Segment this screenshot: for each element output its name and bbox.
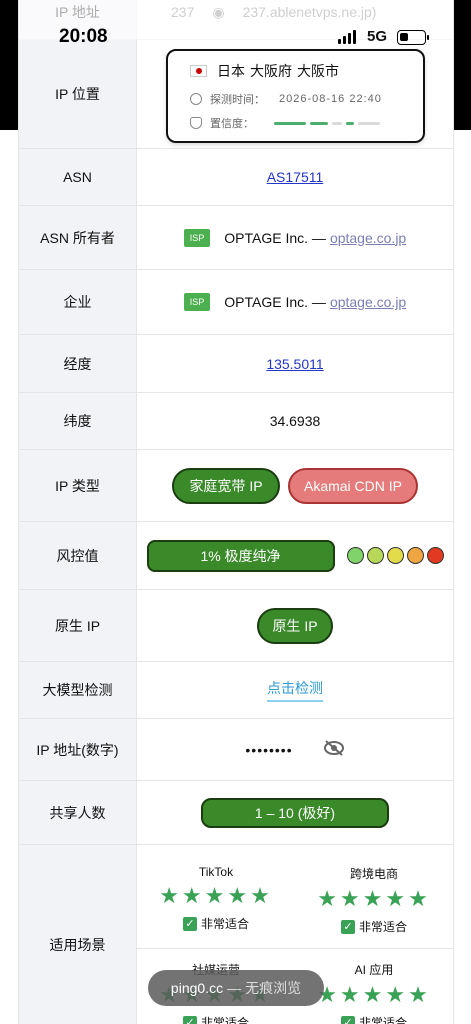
isp-badge: ISP: [183, 228, 211, 247]
cdn-ip-tag: Akamai CDN IP: [288, 467, 418, 504]
residential-ip-tag: 家庭宽带 IP: [172, 467, 280, 504]
row-label: 适用场景: [19, 845, 137, 1024]
risk-dot-1: [346, 547, 364, 564]
scenario-item: 跨境电商 ★★★★★ ✓ 非常适合: [295, 845, 453, 948]
table-row-latitude: 纬度 34.6938: [19, 393, 453, 450]
detect-time-value: 2026-08-16 22:40: [279, 93, 382, 105]
city: 大阪市: [297, 63, 339, 79]
ip-location-popup: 日本 大阪府 大阪市 探测时间： 2026-08-16 22:40 置信度：: [166, 49, 425, 143]
eye-icon[interactable]: ◉: [212, 4, 224, 21]
detect-time-label: 探测时间：: [210, 94, 265, 106]
clock-icon: [190, 93, 202, 105]
masked-ip-value: ••••••••: [245, 741, 293, 758]
row-label: 风控值: [19, 522, 137, 589]
table-row-llm-detect: 大模型检测 点击检测: [19, 662, 453, 719]
table-row-asn-owner: ASN 所有者 ISP OPTAGE Inc. — optage.co.jp: [19, 206, 453, 270]
check-icon: ✓: [182, 916, 197, 931]
table-row-native-ip: 原生 IP 原生 IP: [19, 590, 453, 662]
check-icon: ✓: [182, 1015, 197, 1024]
row-label: 大模型检测: [19, 662, 137, 718]
row-label: 原生 IP: [19, 590, 137, 661]
row-label: 共享人数: [19, 781, 137, 844]
isp-badge: ISP: [183, 293, 211, 311]
shared-users-tag: 1 – 10 (极好): [201, 797, 389, 828]
risk-dot-3: [386, 547, 404, 564]
scenario-title: 跨境电商: [349, 867, 398, 881]
asn-owner-name: OPTAGE Inc. —: [224, 229, 326, 246]
eye-slash-icon[interactable]: [323, 739, 345, 760]
scenario-fit: 非常适合: [200, 917, 249, 931]
risk-dot-2: [366, 547, 384, 564]
row-label: IP 类型: [19, 450, 137, 521]
check-icon: ✓: [340, 919, 355, 934]
signal-icon: [338, 30, 356, 44]
row-label: ASN: [19, 149, 137, 205]
confidence-label: 置信度：: [210, 118, 254, 130]
rating-stars: ★★★★★: [159, 883, 273, 908]
scenario-item: TikTok ★★★★★ ✓ 非常适合: [137, 845, 295, 948]
check-icon: ✓: [340, 1015, 355, 1024]
left-dark-edge: [0, 0, 18, 130]
risk-scale-dots: [346, 547, 444, 564]
table-row-risk-score: 风控值 1% 极度纯净: [19, 522, 453, 590]
row-label: 企业: [19, 270, 137, 334]
risk-dot-4: [406, 547, 424, 564]
prefecture: 大阪府: [250, 63, 292, 79]
row-label: ASN 所有者: [19, 206, 137, 269]
company-domain-link[interactable]: optage.co.jp: [330, 294, 406, 310]
hostname-value: 237.ablenetvps.ne.jp): [242, 4, 377, 20]
rating-stars: ★★★★★: [317, 982, 431, 1007]
table-row-ip-numeric: IP 地址(数字) ••••••••: [19, 719, 453, 781]
toast-site: ping0.cc: [170, 980, 224, 996]
ip-partial-value: 237: [171, 4, 195, 20]
asn-owner-domain-link[interactable]: optage.co.jp: [330, 230, 406, 246]
scenario-title: AI 应用: [354, 963, 394, 977]
latitude-value: 34.6938: [137, 393, 453, 449]
asn-link[interactable]: AS17511: [267, 169, 324, 185]
risk-dot-5: [426, 547, 444, 564]
confidence-bars: [274, 121, 380, 125]
longitude-link[interactable]: 135.5011: [266, 356, 323, 372]
toast-separator: —: [227, 980, 242, 996]
table-row-longitude: 经度 135.5011: [19, 335, 453, 393]
row-label: IP 位置: [19, 40, 137, 148]
row-label: 经度: [19, 335, 137, 392]
scenario-fit: 非常适合: [358, 920, 407, 934]
table-row-company: 企业 ISP OPTAGE Inc. — optage.co.jp: [19, 270, 453, 335]
ip-info-table: IP 地址 237 ◉ 237.ablenetvps.ne.jp) IP 位置 …: [18, 0, 454, 1024]
japan-flag-icon: [190, 65, 207, 77]
shield-icon: [190, 117, 202, 129]
right-dark-edge: [453, 0, 471, 130]
incognito-toast: ping0.cc — 无痕浏览: [148, 970, 324, 1006]
table-row-ip-type: IP 类型 家庭宽带 IP Akamai CDN IP: [19, 450, 453, 522]
native-ip-tag: 原生 IP: [257, 607, 333, 644]
clock: 20:08: [59, 26, 108, 47]
toast-mode: 无痕浏览: [245, 980, 302, 996]
row-label: IP 地址(数字): [19, 719, 137, 780]
scenario-title: TikTok: [198, 865, 234, 879]
battery-icon: [397, 30, 429, 45]
scenario-fit: 非常适合: [200, 1016, 249, 1024]
table-row-shared-users: 共享人数 1 – 10 (极好): [19, 781, 453, 845]
risk-score-bar: 1% 极度纯净: [146, 539, 335, 572]
rating-stars: ★★★★★: [317, 886, 431, 911]
click-detect-button[interactable]: 点击检测: [267, 678, 323, 702]
network-type: 5G: [367, 28, 388, 45]
table-row-asn: ASN AS17511: [19, 149, 453, 206]
company-name: OPTAGE Inc. —: [224, 294, 326, 310]
country: 日本: [217, 63, 245, 79]
row-label: 纬度: [19, 393, 137, 449]
scenario-fit: 非常适合: [358, 1016, 407, 1024]
